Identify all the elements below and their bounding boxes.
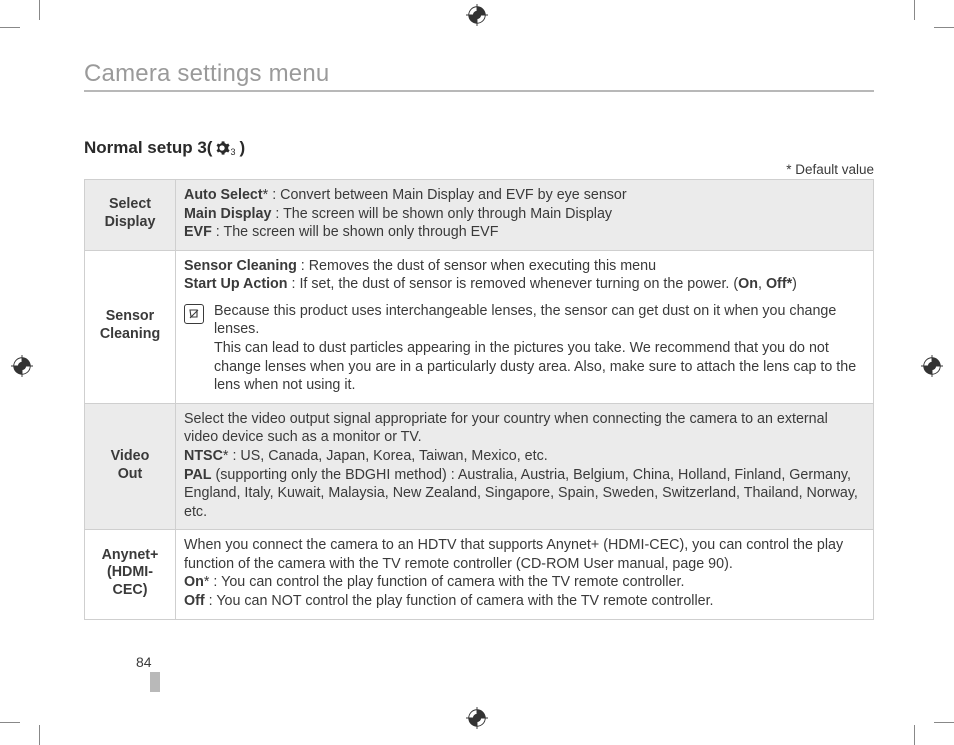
registration-mark-icon [466,4,488,26]
default-value-note: * Default value [84,162,874,177]
table-row: Video Out Select the video output signal… [85,403,874,529]
note-text: Because this product uses interchangeabl… [214,302,865,395]
row-label: Video Out [85,403,176,529]
row-desc: Select the video output signal appropria… [176,403,874,529]
row-desc: Auto Select* : Convert between Main Disp… [176,180,874,251]
note-box: Because this product uses interchangeabl… [184,302,865,395]
note-icon [184,304,204,324]
row-desc: When you connect the camera to an HDTV t… [176,530,874,619]
gear-subscript: 3 [230,147,235,157]
row-desc: Sensor Cleaning : Removes the dust of se… [176,250,874,403]
title-rule [84,90,874,92]
table-row: Select Display Auto Select* : Convert be… [85,180,874,251]
row-label: Anynet+ (HDMI- CEC) [85,530,176,619]
page-title: Camera settings menu [84,60,874,88]
registration-mark-icon [921,355,943,377]
table-row: Sensor Cleaning Sensor Cleaning : Remove… [85,250,874,403]
subsection-suffix: ) [240,138,246,158]
registration-mark-icon [466,707,488,729]
row-label: Select Display [85,180,176,251]
subsection-prefix: Normal setup 3( [84,138,212,158]
subsection-title: Normal setup 3( 3 ) [84,138,874,158]
settings-table: Select Display Auto Select* : Convert be… [84,179,874,620]
page-number: 84 [136,654,152,670]
page-tab-marker [150,672,160,692]
row-label: Sensor Cleaning [85,250,176,403]
table-row: Anynet+ (HDMI- CEC) When you connect the… [85,530,874,619]
gear-icon [214,140,230,156]
registration-mark-icon [11,355,33,377]
page-content: Camera settings menu Normal setup 3( 3 )… [84,60,874,620]
